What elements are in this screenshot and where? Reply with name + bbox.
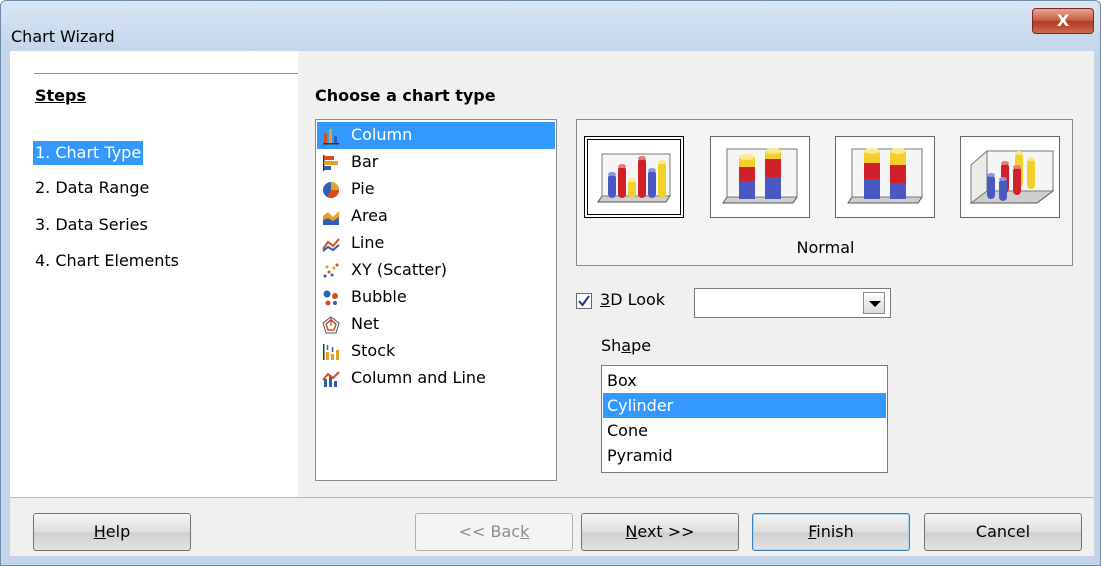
button-bar-divider xyxy=(10,497,1094,498)
chart-type-label: Stock xyxy=(351,341,396,360)
shape-option-pyramid[interactable]: Pyramid xyxy=(603,443,886,468)
variant-stacked[interactable] xyxy=(710,136,810,218)
chart-type-column-and-line[interactable]: Column and Line xyxy=(317,365,555,392)
pie-chart-icon xyxy=(323,182,340,199)
3d-look-scheme-select[interactable] xyxy=(694,288,891,318)
help-button[interactable]: Help xyxy=(33,513,191,551)
chart-type-column[interactable]: Column xyxy=(317,122,555,149)
chart-type-pie[interactable]: Pie xyxy=(317,176,555,203)
deep-variant-icon xyxy=(969,149,1055,204)
chart-type-label: Area xyxy=(351,206,388,225)
step-chart-type[interactable]: 1. Chart Type xyxy=(33,141,144,165)
back-button[interactable]: << Back xyxy=(415,513,573,551)
variant-percent-stacked[interactable] xyxy=(835,136,935,218)
normal-variant-icon xyxy=(597,153,671,203)
chart-type-bar[interactable]: Bar xyxy=(317,149,555,176)
bubble-chart-icon xyxy=(323,290,338,306)
net-chart-icon xyxy=(322,316,340,334)
variant-normal[interactable] xyxy=(584,136,684,218)
finish-button[interactable]: Finish xyxy=(752,513,910,551)
scatter-chart-icon xyxy=(323,263,339,278)
area-chart-icon xyxy=(323,211,339,225)
window-title: Chart Wizard xyxy=(11,27,115,46)
chart-type-label: Pie xyxy=(351,179,375,198)
next-button[interactable]: Next >> xyxy=(581,513,739,551)
chart-type-list[interactable]: Column Bar Pie Area Line XY (Scatter) Bu… xyxy=(315,119,557,481)
chevron-down-icon[interactable] xyxy=(863,292,885,314)
step-chart-elements[interactable]: 4. Chart Elements xyxy=(33,249,181,273)
chart-type-label: Column and Line xyxy=(351,368,486,387)
steps-divider xyxy=(34,73,298,74)
line-chart-icon xyxy=(322,238,340,252)
stock-chart-icon xyxy=(323,344,339,360)
chart-type-label: Bar xyxy=(351,152,379,171)
steps-title: Steps xyxy=(35,86,86,105)
step-data-range[interactable]: 2. Data Range xyxy=(33,176,151,200)
3d-look-checkbox[interactable] xyxy=(576,293,592,309)
chart-type-label: Line xyxy=(351,233,385,252)
step-data-series[interactable]: 3. Data Series xyxy=(33,213,150,237)
shape-option-box[interactable]: Box xyxy=(603,368,886,393)
chart-type-label: XY (Scatter) xyxy=(351,260,448,279)
stacked-variant-icon xyxy=(722,148,798,204)
column-line-chart-icon xyxy=(322,371,340,387)
chart-type-line[interactable]: Line xyxy=(317,230,555,257)
chart-type-heading: Choose a chart type xyxy=(315,86,496,105)
variant-name-label: Normal xyxy=(796,238,855,257)
chart-variant-panel: Normal xyxy=(576,119,1073,266)
title-bar: Chart Wizard X xyxy=(1,1,1100,51)
chart-type-area[interactable]: Area xyxy=(317,203,555,230)
chart-type-net[interactable]: Net xyxy=(317,311,555,338)
shape-option-cylinder[interactable]: Cylinder xyxy=(603,393,886,418)
chart-type-stock[interactable]: Stock xyxy=(317,338,555,365)
close-button[interactable]: X xyxy=(1032,8,1094,34)
chart-type-label: Column xyxy=(351,125,413,144)
chart-type-label: Bubble xyxy=(351,287,407,306)
cancel-button[interactable]: Cancel xyxy=(924,513,1082,551)
percent-stacked-variant-icon xyxy=(847,148,923,204)
steps-panel: Steps 1. Chart Type 2. Data Range 3. Dat… xyxy=(10,51,298,497)
shape-label: Shape xyxy=(601,336,652,355)
dialog-body: Steps 1. Chart Type 2. Data Range 3. Dat… xyxy=(10,51,1094,556)
chart-wizard-dialog: Chart Wizard X Steps 1. Chart Type 2. Da… xyxy=(0,0,1101,566)
variant-deep[interactable] xyxy=(960,136,1060,218)
close-icon: X xyxy=(1056,11,1070,30)
3d-look-label: 3D Look xyxy=(600,290,666,309)
chart-type-xy-scatter[interactable]: XY (Scatter) xyxy=(317,257,555,284)
bar-chart-icon xyxy=(323,155,338,171)
chart-type-bubble[interactable]: Bubble xyxy=(317,284,555,311)
shape-option-cone[interactable]: Cone xyxy=(603,418,886,443)
chart-type-label: Net xyxy=(351,314,380,333)
shape-list[interactable]: Box Cylinder Cone Pyramid xyxy=(601,365,888,473)
column-chart-icon xyxy=(323,129,339,145)
checkmark-icon xyxy=(578,295,590,307)
